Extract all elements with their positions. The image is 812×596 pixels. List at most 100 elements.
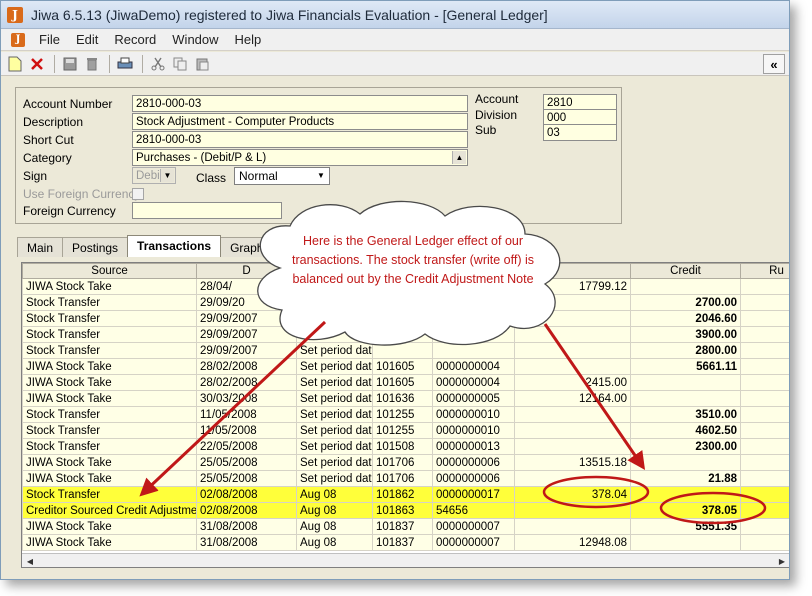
tab-transactions[interactable]: Transactions — [127, 235, 222, 257]
column-header[interactable]: Source — [22, 263, 197, 279]
table-row[interactable]: JIWA Stock Take 25/05/2008 Set period date… — [22, 470, 789, 487]
table-row[interactable]: Creditor Sourced Credit Adjustment 02/08/… — [22, 502, 789, 519]
cell-running[interactable] — [740, 422, 789, 439]
cell-debit[interactable] — [514, 470, 631, 487]
cell-ref2[interactable]: 0000000004 — [432, 358, 515, 375]
triangle-up-icon[interactable]: ▲ — [452, 151, 466, 164]
cell-date[interactable]: 30/03/2008 — [196, 390, 297, 407]
cell-debit[interactable] — [514, 438, 631, 455]
cell-ref[interactable]: 101862 — [372, 486, 433, 503]
cell-date[interactable]: 31/08/2008 — [196, 534, 297, 551]
cell-ref2[interactable]: 0000000006 — [432, 470, 515, 487]
cell-ref[interactable]: 101837 — [372, 518, 433, 535]
print-icon[interactable] — [115, 54, 135, 74]
cell-source[interactable]: Stock Transfer — [22, 422, 197, 439]
cell-date[interactable]: 28/02/2008 — [196, 374, 297, 391]
cell-credit[interactable] — [630, 534, 741, 551]
cell-source[interactable]: JIWA Stock Take — [22, 534, 197, 551]
table-row[interactable]: JIWA Stock Take 31/08/2008 Aug 08 101837 000… — [22, 534, 789, 551]
mdi-logo[interactable]: J — [11, 32, 25, 47]
cell-ref2[interactable]: 0000000006 — [432, 454, 515, 471]
cell-source[interactable]: Stock Transfer — [22, 406, 197, 423]
description-field[interactable]: Stock Adjustment - Computer Products — [132, 113, 468, 130]
cell-credit[interactable]: 3900.00 — [630, 326, 741, 343]
cell-running[interactable] — [740, 518, 789, 535]
new-icon[interactable] — [5, 54, 25, 74]
cell-source[interactable]: JIWA Stock Take — [22, 278, 197, 295]
cell-desc[interactable]: Set period date — [296, 406, 373, 423]
cell-date[interactable]: 02/08/2008 — [196, 486, 297, 503]
paste-icon[interactable] — [192, 54, 212, 74]
sign-dropdown[interactable]: Debi ▼ — [132, 167, 176, 184]
cell-source[interactable]: Stock Transfer — [22, 310, 197, 327]
cell-running[interactable] — [740, 486, 789, 503]
menu-record[interactable]: Record — [106, 32, 164, 47]
cell-debit[interactable] — [514, 422, 631, 439]
table-row[interactable]: JIWA Stock Take 28/02/2008 Set period date… — [22, 358, 789, 375]
cell-running[interactable] — [740, 294, 789, 311]
cell-running[interactable] — [740, 534, 789, 551]
cell-running[interactable] — [740, 438, 789, 455]
cell-ref[interactable]: 101706 — [372, 470, 433, 487]
cell-credit[interactable]: 5661.11 — [630, 358, 741, 375]
cell-running[interactable] — [740, 342, 789, 359]
cell-desc[interactable]: Set period date — [296, 454, 373, 471]
table-row[interactable]: JIWA Stock Take 31/08/2008 Aug 08 101837 000… — [22, 518, 789, 535]
cell-source[interactable]: JIWA Stock Take — [22, 358, 197, 375]
menu-edit[interactable]: Edit — [68, 32, 106, 47]
cell-desc[interactable]: Aug 08 — [296, 502, 373, 519]
cell-running[interactable] — [740, 390, 789, 407]
cell-ref[interactable]: 101636 — [372, 390, 433, 407]
table-row[interactable]: Stock Transfer 22/05/2008 Set period date 1… — [22, 438, 789, 455]
cell-credit[interactable]: 378.05 — [630, 502, 741, 519]
cell-desc[interactable]: Set period date — [296, 422, 373, 439]
cell-credit[interactable] — [630, 454, 741, 471]
cell-desc[interactable]: Aug 08 — [296, 534, 373, 551]
cell-source[interactable]: JIWA Stock Take — [22, 454, 197, 471]
cell-ref2[interactable]: 0000000013 — [432, 438, 515, 455]
cell-source[interactable]: Stock Transfer — [22, 342, 197, 359]
cell-ref[interactable]: 101863 — [372, 502, 433, 519]
category-dropdown[interactable]: Purchases - (Debit/P & L) ▲ — [132, 149, 468, 166]
cell-desc[interactable]: Set period date — [296, 438, 373, 455]
cell-debit[interactable] — [514, 406, 631, 423]
cell-ref[interactable]: 101255 — [372, 406, 433, 423]
cell-source[interactable]: Stock Transfer — [22, 486, 197, 503]
collapse-button[interactable]: « — [763, 54, 785, 74]
cell-credit[interactable] — [630, 390, 741, 407]
cell-ref[interactable]: 101508 — [372, 438, 433, 455]
cell-credit[interactable]: 4602.50 — [630, 422, 741, 439]
cell-credit[interactable] — [630, 486, 741, 503]
cell-source[interactable]: JIWA Stock Take — [22, 518, 197, 535]
sub-field[interactable]: 03 — [543, 124, 617, 141]
cell-ref2[interactable]: 0000000010 — [432, 422, 515, 439]
cell-desc[interactable]: Aug 08 — [296, 518, 373, 535]
cell-date[interactable]: 02/08/2008 — [196, 502, 297, 519]
cell-desc[interactable]: Set period date — [296, 374, 373, 391]
cell-ref[interactable]: 101837 — [372, 534, 433, 551]
cell-ref2[interactable]: 54656 — [432, 502, 515, 519]
cell-ref[interactable]: 101605 — [372, 374, 433, 391]
title-bar[interactable]: J Jiwa 6.5.13 (JiwaDemo) registered to J… — [1, 1, 789, 29]
table-row[interactable]: JIWA Stock Take 30/03/2008 Set period date… — [22, 390, 789, 407]
cell-date[interactable]: 25/05/2008 — [196, 470, 297, 487]
cell-debit[interactable] — [514, 518, 631, 535]
cut-icon[interactable] — [148, 54, 168, 74]
cell-debit[interactable]: 2415.00 — [514, 374, 631, 391]
account-number-field[interactable]: 2810-000-03 — [132, 95, 468, 112]
trash-icon[interactable] — [82, 54, 102, 74]
chevron-down-icon[interactable]: ▼ — [314, 169, 328, 182]
column-header[interactable]: Ru — [740, 263, 789, 279]
cell-source[interactable]: Stock Transfer — [22, 294, 197, 311]
cell-ref2[interactable]: 0000000017 — [432, 486, 515, 503]
cell-desc[interactable]: Set period date — [296, 358, 373, 375]
cell-running[interactable] — [740, 454, 789, 471]
table-row[interactable]: Stock Transfer 11/05/2008 Set period date 1… — [22, 406, 789, 423]
tab-postings[interactable]: Postings — [62, 237, 129, 257]
menu-file[interactable]: File — [31, 32, 68, 47]
cell-source[interactable]: JIWA Stock Take — [22, 374, 197, 391]
cell-credit[interactable]: 5551.35 — [630, 518, 741, 535]
cell-ref[interactable]: 101255 — [372, 422, 433, 439]
cell-source[interactable]: Stock Transfer — [22, 438, 197, 455]
cell-credit[interactable]: 3510.00 — [630, 406, 741, 423]
